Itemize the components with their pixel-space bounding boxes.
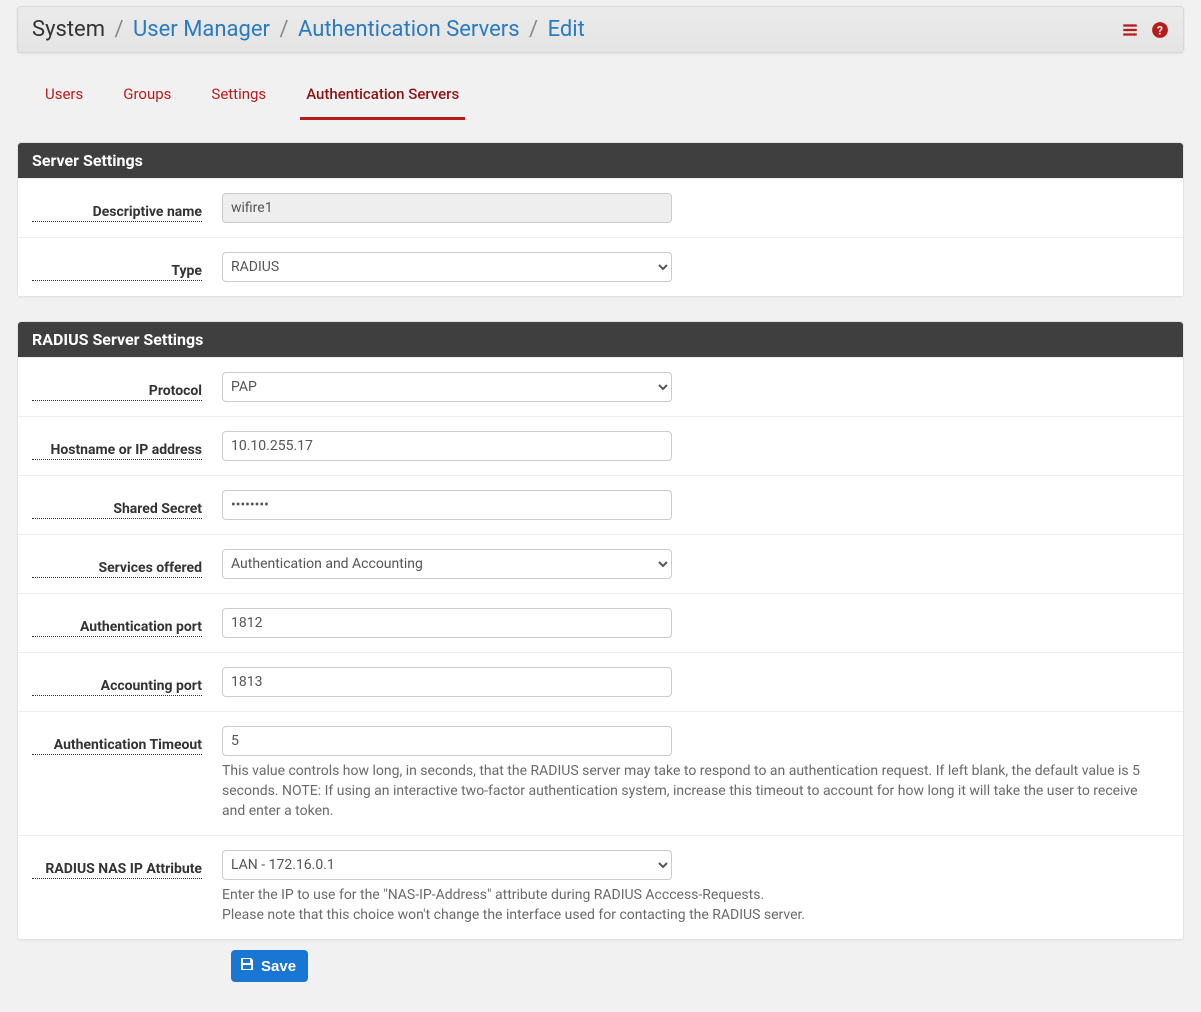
panel-radius-settings: RADIUS Server Settings Protocol PAP Host… (17, 321, 1184, 940)
breadcrumb: System / User Manager / Authentication S… (32, 17, 585, 43)
tab-users[interactable]: Users (39, 75, 89, 120)
breadcrumb-root: System (32, 17, 105, 42)
nas-ip-help2: Please note that this choice won't chang… (222, 906, 1169, 926)
breadcrumb-usermanager[interactable]: User Manager (133, 17, 270, 42)
tab-settings[interactable]: Settings (205, 75, 272, 120)
label-services-offered: Services offered (32, 555, 202, 577)
auth-timeout-help: This value controls how long, in seconds… (222, 762, 1169, 821)
breadcrumb-edit[interactable]: Edit (548, 17, 585, 42)
descriptive-name-input (222, 193, 672, 223)
tab-bar: Users Groups Settings Authentication Ser… (17, 53, 1184, 120)
shared-secret-input[interactable] (222, 490, 672, 520)
type-select[interactable]: RADIUS (222, 252, 672, 282)
label-accounting-port: Accounting port (32, 673, 202, 695)
tab-authentication-servers[interactable]: Authentication Servers (300, 75, 465, 120)
help-icon[interactable]: ? (1151, 21, 1169, 39)
accounting-port-input[interactable] (222, 667, 672, 697)
settings-sliders-icon[interactable] (1121, 21, 1139, 39)
panel-title-radius-settings: RADIUS Server Settings (18, 322, 1183, 357)
label-shared-secret: Shared Secret (32, 496, 202, 518)
label-protocol: Protocol (32, 378, 202, 400)
panel-title-server-settings: Server Settings (18, 143, 1183, 178)
page-header: System / User Manager / Authentication S… (17, 6, 1184, 53)
label-auth-port: Authentication port (32, 614, 202, 636)
protocol-select[interactable]: PAP (222, 372, 672, 402)
breadcrumb-authservers[interactable]: Authentication Servers (298, 17, 520, 42)
breadcrumb-sep: / (114, 17, 123, 42)
panel-server-settings: Server Settings Descriptive name Type RA… (17, 142, 1184, 297)
auth-timeout-input[interactable] (222, 726, 672, 756)
label-nas-ip: RADIUS NAS IP Attribute (32, 856, 202, 878)
svg-text:?: ? (1157, 25, 1163, 39)
label-hostname: Hostname or IP address (32, 437, 202, 459)
label-type: Type (32, 258, 202, 280)
services-offered-select[interactable]: Authentication and Accounting (222, 549, 672, 579)
label-auth-timeout: Authentication Timeout (32, 732, 202, 754)
breadcrumb-sep: / (279, 17, 288, 42)
save-button[interactable]: Save (231, 950, 308, 982)
tab-groups[interactable]: Groups (117, 75, 177, 120)
nas-ip-select[interactable]: LAN - 172.16.0.1 (222, 850, 672, 880)
breadcrumb-sep: / (529, 17, 538, 42)
auth-port-input[interactable] (222, 608, 672, 638)
nas-ip-help1: Enter the IP to use for the "NAS-IP-Addr… (222, 886, 1169, 906)
label-descriptive-name: Descriptive name (32, 199, 202, 221)
save-button-label: Save (261, 958, 296, 975)
hostname-input[interactable] (222, 431, 672, 461)
save-icon (239, 956, 255, 976)
